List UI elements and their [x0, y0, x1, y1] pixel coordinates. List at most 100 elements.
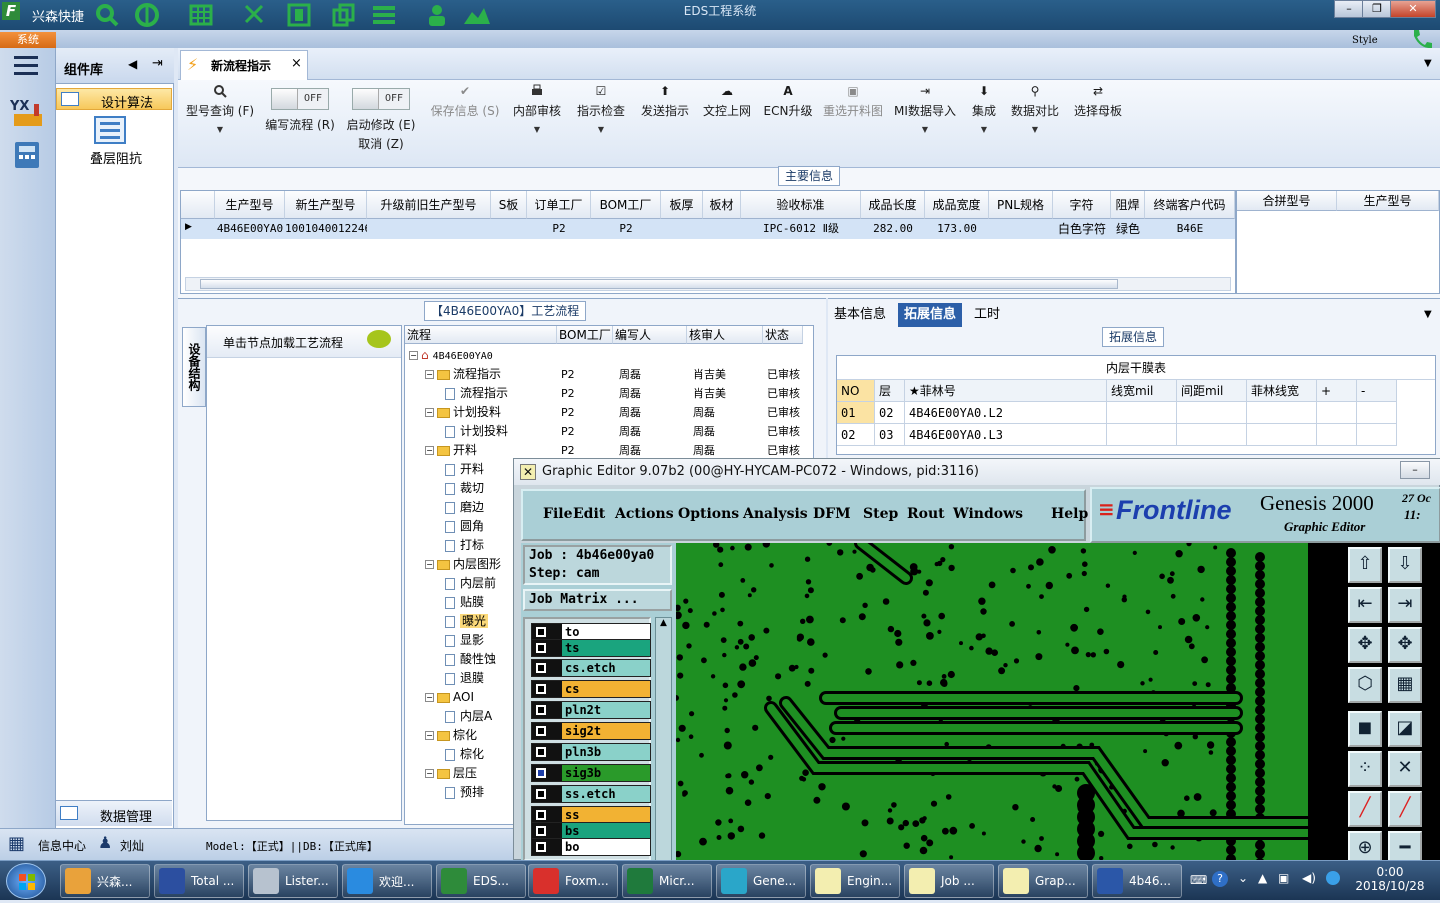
layer-checkbox[interactable] — [532, 786, 562, 802]
table-cell[interactable]: 282.00 — [861, 219, 925, 239]
chevron-down-icon[interactable]: ▼ — [508, 125, 566, 134]
column-header[interactable]: 成品宽度 — [925, 191, 989, 219]
column-header[interactable]: 阻焊 — [1111, 191, 1145, 219]
pan-down-icon[interactable]: ⇩ — [1388, 547, 1422, 583]
genesis-menu-analysis[interactable]: Analysis — [743, 506, 808, 522]
table-cell[interactable]: 4B46E00YA0.L3 — [905, 424, 1107, 446]
taskbar-button[interactable]: Lister... — [248, 864, 338, 898]
security-icon[interactable] — [1326, 871, 1340, 885]
tree-node[interactable]: − ⌂ 4B46E00YA0 — [409, 346, 493, 366]
clock[interactable]: 0:00 2018/10/28 — [1350, 865, 1430, 893]
column-header[interactable]: + — [1317, 380, 1357, 402]
table-cell[interactable] — [1247, 424, 1317, 446]
tree-node[interactable]: − 流程指示 — [425, 365, 501, 384]
info-center-link[interactable]: 信息中心 — [38, 837, 86, 854]
column-header[interactable]: 合拼型号 — [1237, 191, 1337, 211]
genesis-menu-rout[interactable]: Rout — [907, 506, 945, 522]
volume-icon[interactable]: ◀) — [1302, 871, 1316, 885]
ecn-upgrade-button[interactable]: A ECN升级 — [760, 82, 816, 119]
snap-icon[interactable]: ⬡ — [1348, 667, 1382, 703]
collapse-icon[interactable]: − — [425, 370, 434, 379]
table-cell[interactable]: 02 — [875, 402, 905, 424]
column-header[interactable]: 间距mil — [1177, 380, 1247, 402]
tab-new-process[interactable]: ⚡ 新流程指示 × — [180, 50, 308, 80]
taskbar-button[interactable]: Gene... — [716, 864, 806, 898]
table-cell[interactable] — [1177, 424, 1247, 446]
column-header[interactable]: 板厚 — [661, 191, 703, 219]
table-cell[interactable]: 绿色 — [1111, 219, 1145, 239]
column-header[interactable]: 升级前旧生产型号 — [367, 191, 491, 219]
table-cell[interactable]: 01 — [837, 402, 875, 424]
hamburger-menu-icon[interactable] — [14, 56, 40, 79]
model-query-button[interactable]: 型号查询 (F) ▼ — [182, 82, 258, 134]
publish-online-button[interactable]: ☁ 文控上网 — [698, 82, 756, 119]
genesis-menu-help[interactable]: Help — [1051, 506, 1088, 522]
layer-checkbox[interactable] — [532, 702, 562, 718]
tree-node[interactable]: 退膜 — [445, 669, 484, 688]
tree-column-header[interactable]: 状态 — [763, 326, 803, 344]
tab-extended-info[interactable]: 拓展信息 — [898, 303, 963, 327]
system-tab[interactable]: 系统 — [0, 32, 56, 48]
column-header[interactable]: 线宽mil — [1107, 380, 1177, 402]
chevron-down-icon[interactable]: ▼ — [892, 125, 958, 134]
layer-checkbox[interactable] — [532, 681, 562, 697]
table-cell[interactable] — [367, 219, 491, 239]
layer-row[interactable]: ss.etch — [531, 785, 651, 803]
tree-node[interactable]: − 计划投料 — [425, 403, 501, 422]
table-cell[interactable] — [661, 219, 703, 239]
tree-node[interactable]: 流程指示 — [445, 384, 508, 403]
mi-import-button[interactable]: ⇥ MI数据导入 ▼ — [892, 82, 958, 134]
job-matrix-button[interactable]: Job Matrix ... — [523, 589, 672, 611]
layer-checkbox[interactable] — [532, 823, 562, 839]
minimize-button[interactable]: – — [1400, 461, 1430, 479]
yx-factory-icon[interactable]: YX — [9, 96, 46, 128]
taskbar-button[interactable]: Micr... — [622, 864, 712, 898]
layer-checkbox[interactable] — [532, 723, 562, 739]
table-cell[interactable]: IPC-6012 Ⅱ级 — [741, 219, 861, 239]
start-button[interactable] — [6, 863, 46, 899]
keyboard-icon[interactable]: ⌨ — [1190, 873, 1207, 887]
tree-node[interactable]: 内层A — [445, 707, 492, 726]
taskbar-button[interactable]: Engin... — [810, 864, 900, 898]
internal-audit-button[interactable]: 内部审核 ▼ — [508, 82, 566, 134]
genesis-menu-options[interactable]: Options — [678, 506, 739, 522]
layer-row[interactable]: sig3b — [531, 764, 651, 782]
stackup-impedance-label[interactable]: 叠层阻抗 — [90, 148, 142, 167]
layer-row[interactable]: cs — [531, 680, 651, 698]
tree-node[interactable]: 棕化 — [445, 745, 484, 764]
toggle-switch[interactable]: OFF — [271, 88, 329, 110]
column-header[interactable]: 订单工厂 — [527, 191, 591, 219]
column-header[interactable]: 新生产型号 — [285, 191, 367, 219]
pan-right-icon[interactable]: ⇥ — [1388, 587, 1422, 623]
table-cell[interactable] — [989, 219, 1053, 239]
genesis-menu-step[interactable]: Step — [863, 506, 898, 522]
integrate-button[interactable]: ⬇ 集成 ▼ — [964, 82, 1004, 134]
start-edit-toggle[interactable]: OFF 启动修改 (E) 取消 (Z) — [342, 82, 420, 152]
data-compare-button[interactable]: ⚲ 数据对比 ▼ — [1008, 82, 1062, 134]
write-process-toggle[interactable]: OFF 编写流程 (R) — [260, 82, 340, 133]
connect-icon[interactable]: ⁘ — [1348, 751, 1382, 787]
column-header[interactable]: NO — [837, 380, 875, 402]
layer-checkbox[interactable] — [532, 807, 562, 823]
column-header[interactable]: 生产型号 — [1337, 191, 1439, 211]
tree-node[interactable]: 磨边 — [445, 498, 484, 517]
column-header[interactable]: 成品长度 — [861, 191, 925, 219]
layer-row[interactable]: pln3b — [531, 743, 651, 761]
chevron-down-icon[interactable]: ▼ — [182, 125, 258, 134]
table-cell[interactable]: P2 — [591, 219, 661, 239]
tree-row[interactable]: 流程指示 P2 周磊 肖吉美 已审核 — [405, 384, 813, 403]
table-cell[interactable] — [491, 219, 527, 239]
tree-column-header[interactable]: 流程 — [405, 326, 557, 344]
tab-close-icon[interactable]: × — [291, 56, 302, 71]
taskbar-button[interactable]: 兴森... — [60, 864, 150, 898]
table-cell[interactable]: 4B46E00YA0.L2 — [905, 402, 1107, 424]
table-cell[interactable] — [1317, 402, 1357, 424]
layer-checkbox[interactable] — [532, 839, 562, 855]
stackup-icon[interactable] — [94, 116, 126, 144]
layer-checkbox[interactable] — [532, 624, 562, 640]
layer-checkbox[interactable] — [532, 744, 562, 760]
restore-button[interactable]: ❐ — [1362, 0, 1392, 18]
column-header[interactable]: 层 — [875, 380, 905, 402]
chevron-down-icon[interactable]: ▼ — [1008, 125, 1062, 134]
collapse-icon[interactable]: − — [409, 351, 418, 360]
